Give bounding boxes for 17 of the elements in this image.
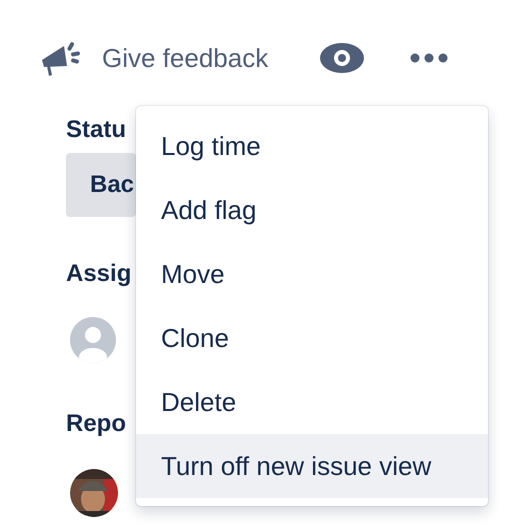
more-button[interactable] [410, 53, 448, 63]
megaphone-icon [40, 40, 82, 76]
more-icon [410, 53, 448, 63]
menu-item[interactable]: Clone [136, 306, 488, 370]
give-feedback-button[interactable]: Give feedback [40, 40, 268, 76]
field-label: Repo [66, 410, 126, 438]
menu-item[interactable]: Move [136, 242, 488, 306]
status-button[interactable]: Bac [66, 153, 136, 217]
menu-item[interactable]: Log time [136, 114, 488, 178]
eye-icon [320, 43, 364, 73]
watch-button[interactable] [320, 43, 364, 73]
avatar-icon [70, 317, 116, 363]
menu-item[interactable]: Turn off new issue view [136, 434, 488, 498]
menu-item[interactable]: Add flag [136, 178, 488, 242]
field-label: Assig [66, 260, 132, 288]
field-label: Statu [66, 116, 126, 144]
menu-item[interactable]: Delete [136, 370, 488, 434]
